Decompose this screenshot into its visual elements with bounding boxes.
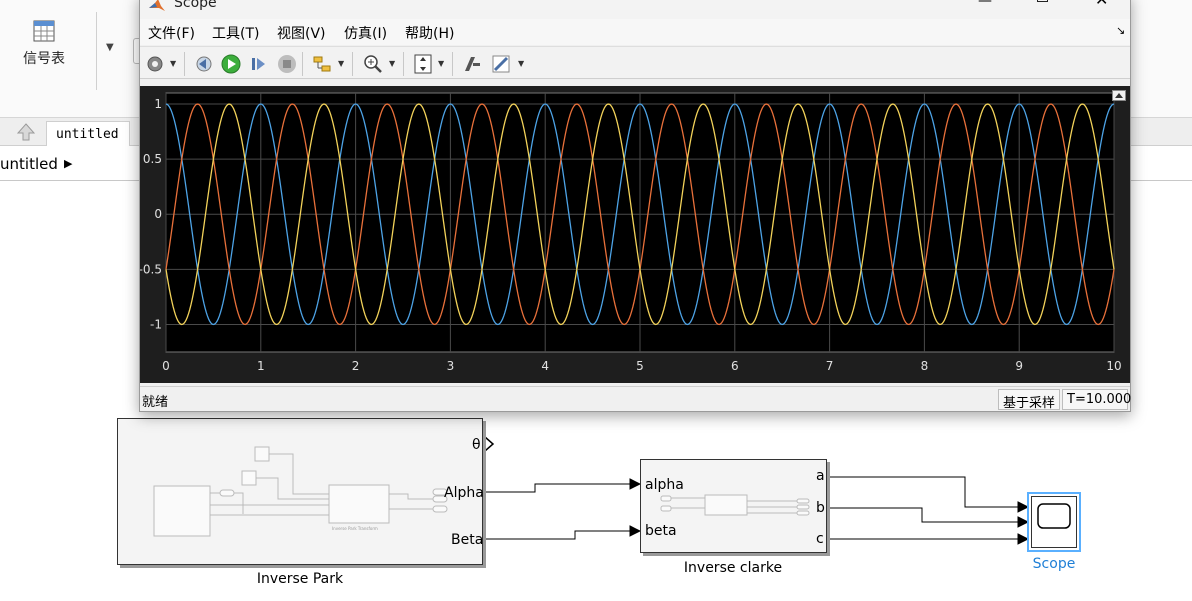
- minimize-icon[interactable]: —: [978, 0, 992, 9]
- scope-menu-bar: 文件(F) 工具(T) 视图(V) 仿真(I) 帮助(H) ↘: [140, 19, 1130, 45]
- inverse-park-block[interactable]: Inverse Park Transform θ Alpha Beta: [117, 418, 484, 565]
- x-tick-label: 1: [257, 359, 265, 373]
- scope-plot-area[interactable]: 0 1 2 3 4 5 6 7 8 9 10 1 0.5 0 -0.5 -1: [140, 86, 1130, 383]
- menu-view[interactable]: 视图(V): [277, 23, 326, 43]
- inverse-park-preview: Inverse Park Transform: [153, 446, 448, 537]
- port-beta-label: Beta: [451, 532, 484, 548]
- status-sim-time: T=10.000: [1062, 389, 1131, 410]
- scope-chart[interactable]: 0 1 2 3 4 5 6 7 8 9 10 1 0.5 0 -0.5 -1: [140, 86, 1130, 383]
- scope-block[interactable]: [1027, 492, 1081, 552]
- port-alpha-label: Alpha: [444, 485, 484, 501]
- signal-table-icon: [33, 20, 55, 42]
- toolbar-separator: [302, 52, 303, 76]
- toolbar-separator: [184, 52, 185, 76]
- fit-dropdown-icon[interactable]: ▼: [438, 59, 444, 68]
- x-tick-label: 9: [1015, 359, 1023, 373]
- x-tick-label: 6: [731, 359, 739, 373]
- y-tick-label: -0.5: [140, 262, 162, 276]
- ribbon-dropdown-icon[interactable]: ▼: [106, 42, 114, 53]
- ribbon-separator: [96, 12, 97, 90]
- signal-select-icon[interactable]: [311, 53, 333, 75]
- x-tick-label: 4: [541, 359, 549, 373]
- x-tick-label: 10: [1106, 359, 1121, 373]
- y-tick-labels: 1 0.5 0 -0.5 -1: [140, 97, 162, 331]
- signal-table-label: 信号表: [23, 51, 65, 67]
- stop-icon[interactable]: [276, 53, 298, 75]
- signal-line-beta: [485, 530, 630, 540]
- menu-file[interactable]: 文件(F): [148, 23, 195, 43]
- port-c-label: c: [816, 531, 824, 547]
- signal-line-alpha: [485, 483, 630, 493]
- highlight-icon[interactable]: [461, 53, 483, 75]
- signal-table-button[interactable]: 信号表: [8, 14, 80, 80]
- y-tick-label: 0: [154, 207, 162, 221]
- toolbar-separator: [352, 52, 353, 76]
- step-back-icon[interactable]: [192, 53, 214, 75]
- port-theta-label: θ: [472, 437, 481, 453]
- port-beta-in-label: beta: [645, 523, 677, 539]
- y-tick-label: 0.5: [143, 152, 162, 166]
- zoom-dropdown-icon[interactable]: ▼: [389, 59, 395, 68]
- y-tick-label: -1: [150, 317, 162, 331]
- settings-icon[interactable]: [144, 53, 166, 75]
- status-sample-mode: 基于采样: [998, 389, 1060, 411]
- menu-simulation[interactable]: 仿真(I): [344, 23, 387, 43]
- x-tick-label: 2: [352, 359, 360, 373]
- scope-title: Scope: [174, 0, 217, 11]
- y-tick-label: 1: [154, 97, 162, 111]
- scope-block-name[interactable]: Scope: [1024, 556, 1084, 572]
- signal-line-a: [828, 476, 1018, 508]
- zoom-icon[interactable]: [362, 53, 384, 75]
- port-a-label: a: [816, 468, 825, 484]
- x-tick-label: 0: [162, 359, 170, 373]
- signal-line-b: [828, 507, 1018, 523]
- x-tick-labels: 0 1 2 3 4 5 6 7 8 9 10: [162, 359, 1121, 373]
- undock-axes-icon[interactable]: [1112, 90, 1126, 101]
- chevron-right-icon[interactable]: ▶: [64, 157, 72, 170]
- maximize-icon[interactable]: [1037, 0, 1048, 2]
- inverse-clarke-name[interactable]: Inverse clarke: [663, 560, 803, 576]
- annotate-icon[interactable]: [490, 53, 512, 75]
- annotate-dropdown-icon[interactable]: ▼: [518, 59, 524, 68]
- navigate-up-icon[interactable]: [16, 122, 36, 142]
- toolbar-separator: [452, 52, 453, 76]
- x-tick-label: 7: [826, 359, 834, 373]
- inverse-clarke-preview: [660, 494, 810, 516]
- fit-axes-icon[interactable]: [412, 53, 434, 75]
- menu-tools[interactable]: 工具(T): [212, 23, 259, 43]
- settings-dropdown-icon[interactable]: ▼: [170, 59, 176, 68]
- menu-help[interactable]: 帮助(H): [405, 23, 454, 43]
- scope-title-bar[interactable]: Scope — ✕: [140, 0, 1130, 19]
- port-alpha-in-label: alpha: [645, 477, 684, 493]
- toolbar-separator: [403, 52, 404, 76]
- x-tick-label: 8: [921, 359, 929, 373]
- status-ready: 就绪: [142, 395, 169, 410]
- inverse-park-name[interactable]: Inverse Park: [240, 571, 360, 587]
- x-tick-label: 5: [636, 359, 644, 373]
- close-icon[interactable]: ✕: [1095, 0, 1108, 9]
- signal-dropdown-icon[interactable]: ▼: [338, 59, 344, 68]
- x-tick-label: 3: [447, 359, 455, 373]
- inverse-clarke-block[interactable]: alpha beta a b c: [640, 459, 827, 553]
- matlab-logo-icon: [149, 0, 165, 11]
- scope-window[interactable]: Scope — ✕ 文件(F) 工具(T) 视图(V) 仿真(I) 帮助(H) …: [139, 0, 1131, 412]
- scope-status-bar: 就绪 基于采样 T=10.000: [140, 386, 1131, 411]
- port-b-label: b: [816, 500, 825, 516]
- run-icon[interactable]: [220, 53, 242, 75]
- inverse-park-inner-caption: Inverse Park Transform: [332, 526, 378, 531]
- scope-screen-icon: [1037, 503, 1071, 529]
- tab-untitled[interactable]: untitled: [46, 121, 130, 146]
- dock-arrow-icon[interactable]: ↘: [1116, 24, 1125, 37]
- scope-toolbar: ▼ ▼ ▼ ▼ ▼: [140, 46, 1130, 79]
- step-forward-icon[interactable]: [248, 53, 270, 75]
- breadcrumb-model[interactable]: untitled: [0, 155, 58, 173]
